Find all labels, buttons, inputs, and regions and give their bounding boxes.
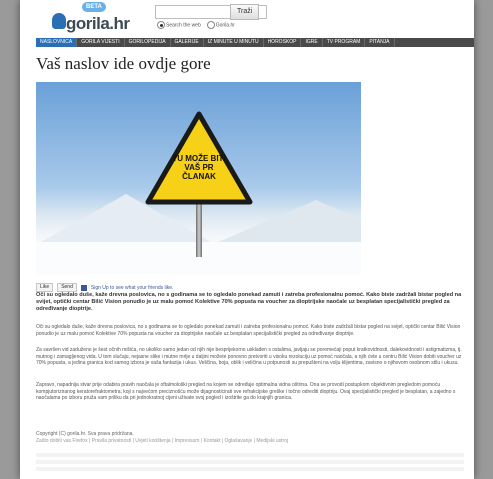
nav-item-galerije[interactable]: GALERIJE [171,38,204,47]
nav-item-tv-program[interactable]: TV PROGRAM [323,38,366,47]
radio-web[interactable]: Search the web [157,21,201,29]
search-button[interactable]: Traži [230,4,260,20]
search-scope: Search the web Gorila.hr [157,21,235,29]
article-paragraph-3: Zapravo, napadnija stvar prije odabira p… [36,382,456,401]
logo-text: gorila.hr [66,14,130,33]
browser-page: BETA gorila.hr Traži Search the web Gori… [20,0,474,479]
social-bar: Like Send Sign Up to see what your frien… [36,283,173,292]
site-logo[interactable]: BETA gorila.hr [36,2,148,34]
facebook-icon [80,284,87,291]
article-paragraph-2: Za savršen vid zaduženo je šest očnih mi… [36,347,462,366]
article-lead: Oči su ogledalo duše, kaže drevna poslov… [36,292,462,312]
sign-text: TU MOŽE BITI VAŠ PR ČLANAK [172,154,226,181]
gorilla-logo-icon [52,13,66,29]
nav-item-gorilopedija[interactable]: GORILOPEDIJA [125,38,171,47]
copyright: Copyright (C) gorila.hr. Sva prava pridr… [36,431,134,437]
nav-item-horoskop[interactable]: HOROSKOP [264,38,302,47]
like-button[interactable]: Like [36,283,54,292]
nav-item-igre[interactable]: IGRE [301,38,323,47]
footer: Copyright (C) gorila.hr. Sva prava pridr… [20,423,474,479]
nav-item-naslovnica[interactable]: NASLOVNICA [36,38,78,47]
radio-site[interactable]: Gorila.hr [206,21,235,29]
main-nav: NASLOVNICA GORILA VIJESTI GORILOPEDIJA G… [36,38,474,47]
article-title: Vaš naslov ide ovdje gore [36,54,211,73]
nav-item-pitanja[interactable]: PITANJA [365,38,395,47]
nav-item-iz-minute[interactable]: IZ MINUTE U MINUTU [204,38,264,47]
beta-badge: BETA [82,2,106,12]
sign-pole [196,202,202,257]
article-image: TU MOŽE BITI VAŠ PR ČLANAK [36,82,361,275]
header: BETA gorila.hr Traži Search the web Gori… [20,0,474,36]
nav-item-gorila-vijesti[interactable]: GORILA VIJESTI [77,38,125,47]
article-paragraph-1: Oči su ogledalo duše, kaže drevna poslov… [36,324,461,337]
send-button[interactable]: Send [57,283,77,292]
signup-link[interactable]: Sign Up to see what your friends like. [91,285,174,291]
footer-faded-content [36,453,464,473]
footer-links[interactable]: Zašto dobiti vas Firefox | Pravila priva… [36,438,288,444]
